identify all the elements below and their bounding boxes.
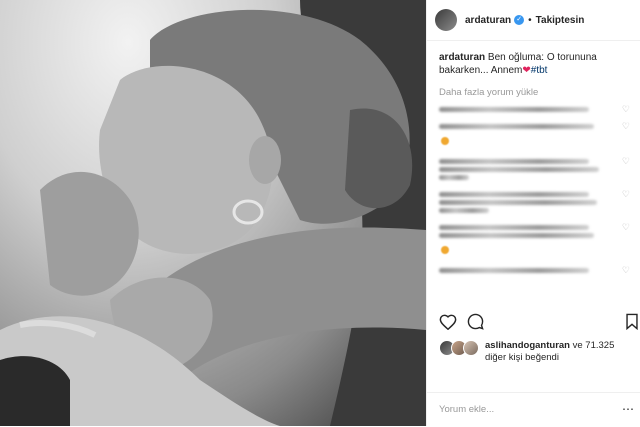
hashtag-link[interactable]: #tbt xyxy=(531,65,548,76)
comment-like-icon[interactable]: ♡ xyxy=(622,156,630,167)
liker-avatar[interactable] xyxy=(463,340,479,356)
add-comment-field[interactable]: Yorum ekle... xyxy=(427,392,640,427)
separator-dot: • xyxy=(528,14,532,26)
bookmark-icon[interactable] xyxy=(625,313,639,330)
heart-icon[interactable] xyxy=(439,314,457,330)
photo-illustration xyxy=(0,0,426,426)
post-sidebar: ardaturan ✓ • Takiptesin ardaturan Ben o… xyxy=(426,0,640,426)
load-more-comments-button[interactable]: Daha fazla yorum yükle xyxy=(439,87,630,98)
author-username[interactable]: ardaturan xyxy=(465,15,511,26)
post-photo[interactable] xyxy=(0,0,426,426)
instagram-post: ardaturan ✓ • Takiptesin ardaturan Ben o… xyxy=(0,0,640,426)
comment-icon[interactable] xyxy=(467,313,484,330)
post-actions xyxy=(439,313,639,330)
caption-username[interactable]: ardaturan xyxy=(439,52,485,63)
follow-status-button[interactable]: Takiptesin xyxy=(536,15,585,26)
comment-like-icon[interactable]: ♡ xyxy=(622,104,630,115)
liker-avatars xyxy=(439,340,479,356)
comment-like-icon[interactable]: ♡ xyxy=(622,222,630,233)
comment-item: ♡ xyxy=(439,265,630,276)
comment-item: ♡ xyxy=(439,189,630,216)
comment-like-icon[interactable]: ♡ xyxy=(622,121,630,132)
red-heart-emoji: ❤ xyxy=(522,65,531,76)
add-comment-placeholder[interactable]: Yorum ekle... xyxy=(439,404,494,415)
comment-like-icon[interactable]: ♡ xyxy=(622,189,630,200)
comment-like-icon[interactable]: ♡ xyxy=(622,265,630,276)
verified-badge-icon: ✓ xyxy=(514,15,525,25)
liked-by-username[interactable]: aslihandoganturan xyxy=(485,340,570,351)
comments-list: ardaturan Ben oğluma: O torununa bakarke… xyxy=(427,41,640,313)
more-options-icon[interactable]: ⋯ xyxy=(622,402,634,416)
comment-item: ♡ xyxy=(439,104,630,115)
post-caption: ardaturan Ben oğluma: O torununa bakarke… xyxy=(439,51,619,77)
comment-item: ♡ xyxy=(439,121,630,150)
comment-item: ♡ xyxy=(439,156,630,183)
author-avatar[interactable] xyxy=(435,9,457,31)
comment-item: ♡ xyxy=(439,222,630,259)
post-header: ardaturan ✓ • Takiptesin xyxy=(427,0,640,41)
likes-summary: aslihandoganturan ve 71.325 diğer kişi b… xyxy=(439,340,629,364)
